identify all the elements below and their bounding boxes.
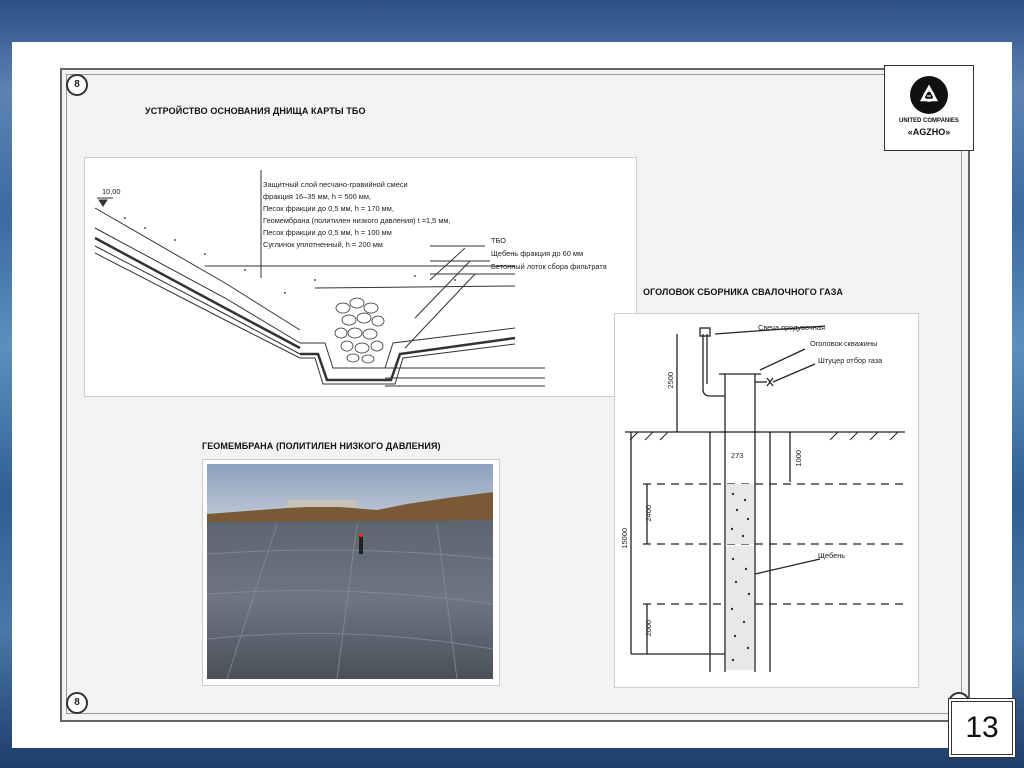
layer-label: Песок фракции до 0,5 мм, h = 100 мм [263,228,392,237]
layer-label: фракция 16–35 мм, h = 500 мм, [263,192,371,201]
dim-2000: 2000 [644,620,653,637]
callout-label: Щебень фракция до 60 мм [491,249,584,258]
logo-company-line1: UNITED COMPANIES [899,118,959,124]
recycle-icon [910,76,948,114]
layer-label: Геомембрана (политилен низкого давления)… [263,216,451,225]
dim-2500: 2500 [666,372,675,389]
geomembrane-photo [207,464,493,679]
page-number-box: 13 [948,698,1016,758]
dim-15000: 15000 [620,528,629,549]
logo-company-line2: «AGZHO» [907,127,951,137]
layer-legend: Защитный слой песчано-гравийной смеси фр… [263,180,503,260]
callout-label: ТБО [491,236,507,245]
layer-label: Суглинок уплотненный, h = 200 мм [263,240,383,249]
layer-label: Защитный слой песчано-гравийной смеси [263,180,408,189]
section-title-base: УСТРОЙСТВО ОСНОВАНИЯ ДНИЩА КАРТЫ ТБО [145,106,366,116]
page-number: 13 [951,701,1013,755]
dim-1000: 1000 [794,450,803,467]
gas-well-label: Штуцер отбор газа [818,356,883,365]
gas-well-label: Свеча продувочная [758,323,825,332]
corner-marker-bottom-left: 8 [66,692,88,714]
section-title-geomembrane: ГЕОМЕМБРАНА (ПОЛИТИЛЕН НИЗКОГО ДАВЛЕНИЯ) [202,441,441,451]
dim-2400: 2400 [644,505,653,522]
section-title-gas-well: ОГОЛОВОК СБОРНИКА СВАЛОЧНОГО ГАЗА [643,287,844,297]
callout-label: Бетонный лоток сбора фильтрата [491,262,607,271]
gas-well-label: Оголовок скважины [810,339,878,348]
corner-marker-top-left: 8 [66,74,88,96]
layer-label: Песок фракции до 0,5 мм, h = 170 мм, [263,204,394,213]
gas-well-labels: Свеча продувочная Оголовок скважины Штуц… [758,323,908,373]
callout-legend: ТБО Щебень фракция до 60 мм Бетонный лот… [491,236,631,276]
company-logo: UNITED COMPANIES «AGZHO» [884,65,974,151]
